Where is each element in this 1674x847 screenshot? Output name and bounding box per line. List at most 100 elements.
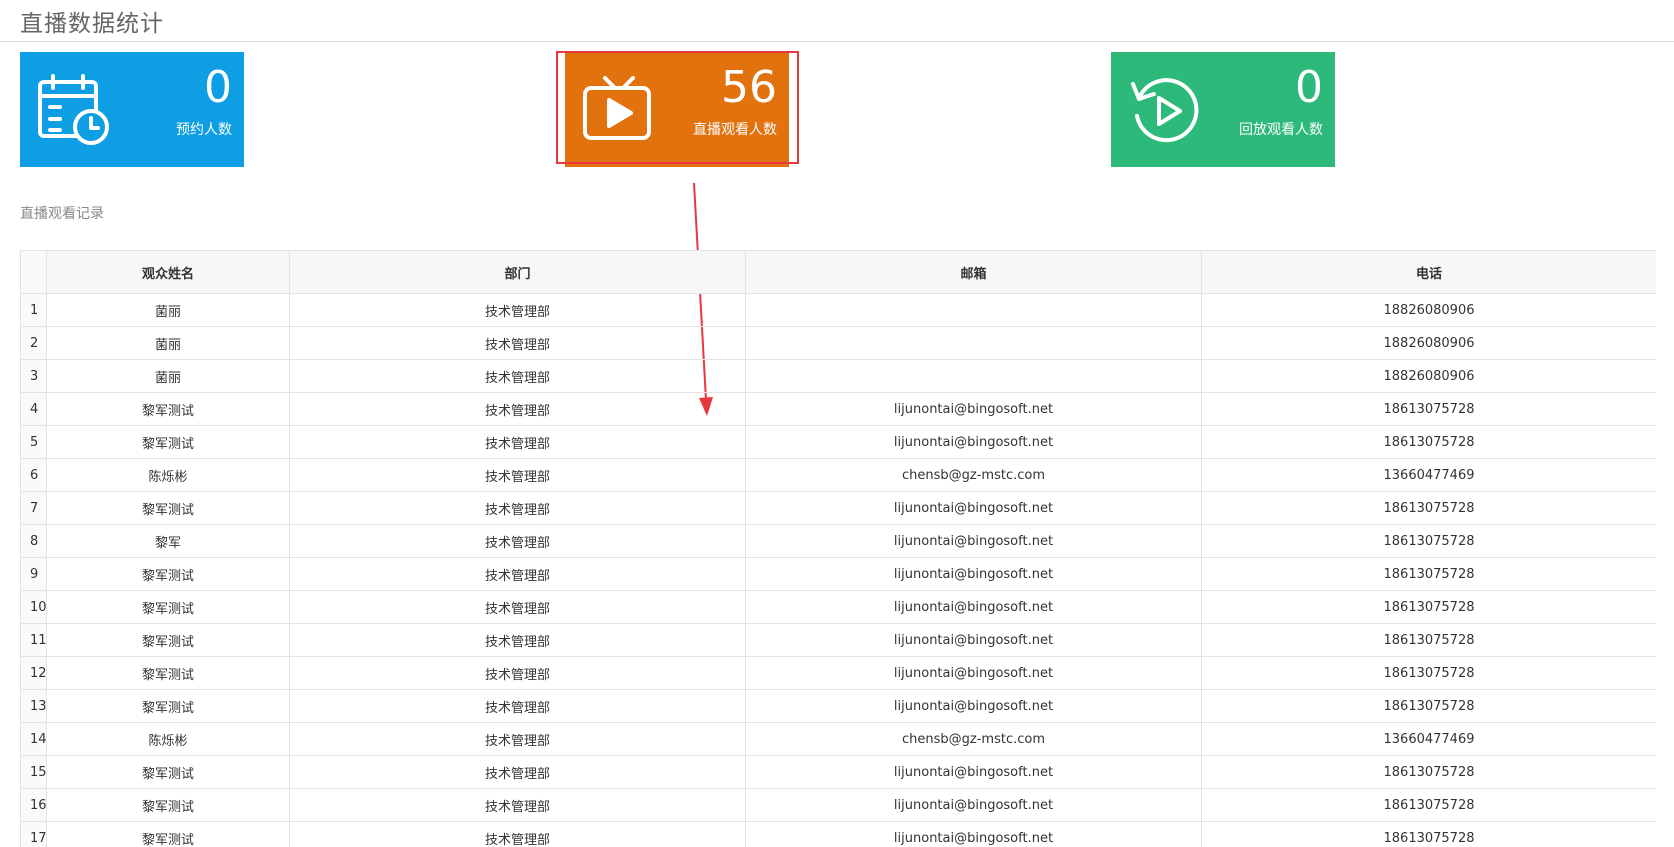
cell-email: lijunontai@bingosoft.net: [745, 656, 1202, 690]
reservations-label: 预约人数: [176, 122, 232, 138]
table-row[interactable]: 15 黎军测试 技术管理部 lijunontai@bingosoft.net 18613…: [20, 755, 1656, 789]
cell-phone: 18613075728: [1201, 590, 1656, 624]
cell-email: [745, 359, 1202, 393]
cell-department: 技术管理部: [289, 326, 746, 360]
cell-name: 菌丽: [46, 359, 290, 393]
table-header-row: 观众姓名 部门 邮箱 电话: [20, 250, 1656, 294]
cell-index: 15: [20, 755, 47, 789]
table-row[interactable]: 5 黎军测试 技术管理部 lijunontai@bingosoft.net 186130…: [20, 425, 1656, 459]
cell-phone: 18613075728: [1201, 821, 1656, 847]
stat-card-live-viewers: 56 直播观看人数: [565, 52, 789, 167]
cell-phone: 18613075728: [1201, 557, 1656, 591]
cell-phone: 18613075728: [1201, 689, 1656, 723]
cell-department: 技术管理部: [289, 524, 746, 558]
cell-name: 菌丽: [46, 293, 290, 327]
cell-index: 13: [20, 689, 47, 723]
stat-card-reservations: 0 预约人数: [20, 52, 244, 167]
cell-phone: 18613075728: [1201, 425, 1656, 459]
replay-viewers-count: 0: [1295, 62, 1323, 113]
cell-email: lijunontai@bingosoft.net: [745, 788, 1202, 822]
table-row[interactable]: 14 陈烁彬 技术管理部 chensb@gz-mstc.com 13660477469: [20, 722, 1656, 756]
column-header-phone[interactable]: 电话: [1201, 250, 1656, 294]
calendar-clock-icon: [36, 72, 112, 148]
cell-email: chensb@gz-mstc.com: [745, 722, 1202, 756]
cell-name: 黎军: [46, 524, 290, 558]
cell-phone: 18613075728: [1201, 524, 1656, 558]
cell-email: lijunontai@bingosoft.net: [745, 524, 1202, 558]
cell-phone: 18613075728: [1201, 623, 1656, 657]
table-row[interactable]: 2 菌丽 技术管理部 18826080906: [20, 326, 1656, 360]
column-header-index: [20, 250, 47, 294]
cell-name: 黎军测试: [46, 755, 290, 789]
table-row[interactable]: 10 黎军测试 技术管理部 lijunontai@bingosoft.net 18613…: [20, 590, 1656, 624]
cell-name: 黎军测试: [46, 623, 290, 657]
cell-department: 技术管理部: [289, 722, 746, 756]
table-row[interactable]: 4 黎军测试 技术管理部 lijunontai@bingosoft.net 186130…: [20, 392, 1656, 426]
table-row[interactable]: 3 菌丽 技术管理部 18826080906: [20, 359, 1656, 393]
cell-email: lijunontai@bingosoft.net: [745, 821, 1202, 847]
table-row[interactable]: 16 黎军测试 技术管理部 lijunontai@bingosoft.net 18613…: [20, 788, 1656, 822]
cell-email: lijunontai@bingosoft.net: [745, 392, 1202, 426]
cell-phone: 18613075728: [1201, 656, 1656, 690]
table-row[interactable]: 17 黎军测试 技术管理部 lijunontai@bingosoft.net 18613…: [20, 821, 1656, 847]
cell-department: 技术管理部: [289, 458, 746, 492]
cell-email: lijunontai@bingosoft.net: [745, 491, 1202, 525]
cell-index: 5: [20, 425, 47, 459]
cell-index: 7: [20, 491, 47, 525]
cell-phone: 18826080906: [1201, 293, 1656, 327]
cell-index: 10: [20, 590, 47, 624]
cell-email: [745, 326, 1202, 360]
cell-email: lijunontai@bingosoft.net: [745, 557, 1202, 591]
cell-index: 6: [20, 458, 47, 492]
cell-name: 菌丽: [46, 326, 290, 360]
table-row[interactable]: 1 菌丽 技术管理部 18826080906: [20, 293, 1656, 327]
cell-name: 黎军测试: [46, 689, 290, 723]
table-row[interactable]: 8 黎军 技术管理部 lijunontai@bingosoft.net 18613075…: [20, 524, 1656, 558]
table-row[interactable]: 13 黎军测试 技术管理部 lijunontai@bingosoft.net 18613…: [20, 689, 1656, 723]
cell-phone: 18826080906: [1201, 359, 1656, 393]
cell-department: 技术管理部: [289, 656, 746, 690]
cell-department: 技术管理部: [289, 392, 746, 426]
cell-department: 技术管理部: [289, 788, 746, 822]
table-row[interactable]: 9 黎军测试 技术管理部 lijunontai@bingosoft.net 186130…: [20, 557, 1656, 591]
cell-department: 技术管理部: [289, 755, 746, 789]
cell-email: lijunontai@bingosoft.net: [745, 623, 1202, 657]
cell-index: 8: [20, 524, 47, 558]
cell-department: 技术管理部: [289, 821, 746, 847]
replay-icon: [1127, 72, 1203, 148]
column-header-name[interactable]: 观众姓名: [46, 250, 290, 294]
table-row[interactable]: 12 黎军测试 技术管理部 lijunontai@bingosoft.net 18613…: [20, 656, 1656, 690]
live-viewers-label: 直播观看人数: [693, 122, 777, 138]
cell-index: 14: [20, 722, 47, 756]
cell-index: 11: [20, 623, 47, 657]
cell-name: 黎军测试: [46, 590, 290, 624]
cell-email: [745, 293, 1202, 327]
column-header-department[interactable]: 部门: [289, 250, 746, 294]
cell-phone: 18613075728: [1201, 491, 1656, 525]
cell-phone: 18613075728: [1201, 755, 1656, 789]
page: 直播数据统计 0 预约人数 56 直播观看人数 0 回放观看人数 直播观看记录 …: [0, 0, 1674, 847]
cell-phone: 18613075728: [1201, 788, 1656, 822]
cell-department: 技术管理部: [289, 557, 746, 591]
cell-email: lijunontai@bingosoft.net: [745, 755, 1202, 789]
section-label: 直播观看记录: [20, 206, 104, 222]
page-title: 直播数据统计: [20, 11, 164, 37]
cell-phone: 13660477469: [1201, 722, 1656, 756]
column-header-email[interactable]: 邮箱: [745, 250, 1202, 294]
cell-name: 陈烁彬: [46, 458, 290, 492]
cell-index: 16: [20, 788, 47, 822]
live-viewers-count: 56: [721, 62, 777, 113]
cell-name: 陈烁彬: [46, 722, 290, 756]
table-row[interactable]: 7 黎军测试 技术管理部 lijunontai@bingosoft.net 186130…: [20, 491, 1656, 525]
tv-play-icon: [581, 72, 657, 148]
reservations-count: 0: [204, 62, 232, 113]
cell-phone: 18826080906: [1201, 326, 1656, 360]
cell-index: 2: [20, 326, 47, 360]
cell-index: 12: [20, 656, 47, 690]
table-row[interactable]: 6 陈烁彬 技术管理部 chensb@gz-mstc.com 13660477469: [20, 458, 1656, 492]
cell-name: 黎军测试: [46, 788, 290, 822]
cell-department: 技术管理部: [289, 425, 746, 459]
cell-email: lijunontai@bingosoft.net: [745, 590, 1202, 624]
cell-department: 技术管理部: [289, 623, 746, 657]
table-row[interactable]: 11 黎军测试 技术管理部 lijunontai@bingosoft.net 18613…: [20, 623, 1656, 657]
